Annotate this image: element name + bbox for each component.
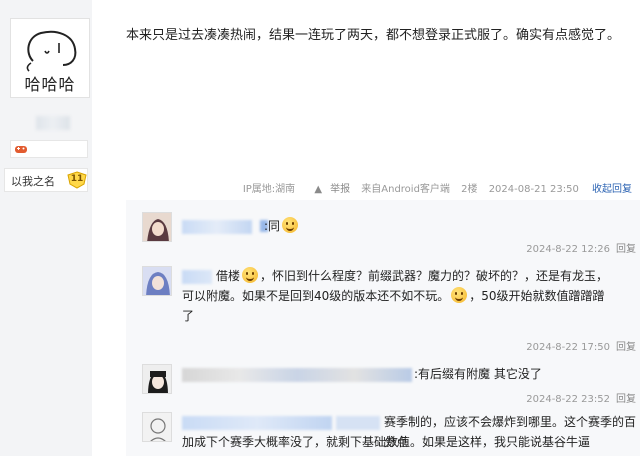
- level-number: 11: [70, 174, 84, 184]
- reply-meta: 2024-8-22 23:52 回复: [526, 390, 636, 405]
- game-badge[interactable]: [10, 140, 88, 158]
- ip-location: IP属地:湖南: [242, 184, 296, 195]
- reply-text-content: :同: [264, 219, 281, 233]
- smile-emoji-icon: [282, 217, 299, 233]
- report-label: 举报: [330, 184, 351, 195]
- rank-badge[interactable]: 以我之名 11: [4, 168, 88, 192]
- username-blur-tail: [336, 416, 380, 430]
- reply-avatar[interactable]: [142, 266, 172, 296]
- reply-text: :有后缀有附魔 其它没了: [414, 367, 542, 381]
- gamepad-icon: [15, 146, 27, 153]
- reply-meta: 2024-8-22 17:50 回复: [526, 338, 636, 353]
- reply-username-blurred[interactable]: [182, 220, 252, 234]
- level-badge: 11: [67, 171, 87, 189]
- smile-emoji-icon: [451, 287, 468, 303]
- reply-time: 2024-8-22 12:26: [526, 244, 610, 255]
- report-link[interactable]: ▲ 举报: [306, 184, 350, 195]
- reply-avatar[interactable]: [142, 364, 172, 394]
- anime-avatar-icon: [143, 267, 171, 295]
- reply-avatar[interactable]: [142, 212, 172, 242]
- reply-text: 可以附魔。如果不是回到40级的版本还不如不玩。 ，50级开始就数值蹭蹭蹭: [182, 286, 637, 306]
- reply-item: 借楼 ，怀旧到什么程度？前缀武器？魔力的？破坏的？，还是有龙玉， 可以附魔。如果不…: [126, 256, 640, 356]
- reply-text: 加成下个赛季大概率没了，就剩下基础数值。如果是这样，我只能说基谷牛逼: [182, 435, 591, 449]
- reply-item: 赛季制的，应该不会爆炸到哪里。这个赛季的百分点 加成下个赛季大概率没了，就剩下基…: [126, 404, 640, 456]
- reply-list: :同 2024-8-22 12:26 回复 借楼 ，怀旧到什么程度？前缀武器？魔力的…: [126, 200, 640, 456]
- reply-item: :同 2024-8-22 12:26 回复: [126, 200, 640, 262]
- avatar-text: 哈哈哈: [24, 75, 76, 94]
- reply-username-blurred[interactable]: [182, 368, 412, 382]
- reply-line: 了: [182, 309, 195, 323]
- username-blurred[interactable]: [36, 116, 70, 130]
- reply-text: 了: [182, 306, 194, 326]
- user-avatar[interactable]: 哈哈哈: [10, 18, 90, 98]
- anime-avatar-icon: [143, 213, 171, 241]
- post-body: 本来只是过去凑凑热闹，结果一连玩了两天，都不想登录正式服了。确实有点感觉了。: [126, 28, 621, 43]
- reply-meta: 2024-8-22 12:26 回复: [526, 240, 636, 255]
- collapse-replies-link[interactable]: 收起回复: [592, 184, 632, 195]
- post-time: 2024-08-21 23:50: [488, 184, 579, 195]
- rank-label: 以我之名: [11, 175, 55, 188]
- smile-emoji-icon: [242, 267, 259, 283]
- post-source[interactable]: 来自Android客户端: [361, 184, 450, 195]
- reply-username-blurred[interactable]: [182, 270, 212, 284]
- report-icon: ▲: [314, 184, 323, 195]
- reply-line: 借楼: [216, 269, 241, 283]
- floor-number: 2楼: [461, 184, 478, 195]
- anime-avatar-icon: [143, 365, 171, 393]
- reply-button[interactable]: 回复: [616, 342, 636, 353]
- reply-text: 借楼 ，怀旧到什么程度？前缀武器？魔力的？破坏的？，还是有龙玉，: [216, 266, 636, 286]
- reply-avatar[interactable]: [142, 412, 172, 442]
- reply-text: :同: [264, 216, 300, 236]
- post-meta: IP属地:湖南 ▲ 举报 来自Android客户端 2楼 2024-08-21 2…: [235, 180, 632, 195]
- sketch-avatar-icon: [143, 413, 171, 441]
- reply-line: 可以附魔。如果不是回到40级的版本还不如不玩。: [182, 289, 450, 303]
- reply-button[interactable]: 回复: [616, 244, 636, 255]
- reply-username-blurred[interactable]: [182, 416, 332, 430]
- reply-line: ，50级开始就数值蹭蹭蹭: [469, 289, 605, 303]
- reply-line: ，怀旧到什么程度？前缀武器？魔力的？破坏的？，还是有龙玉，: [260, 269, 609, 283]
- user-sidebar: 哈哈哈 以我之名 11: [0, 0, 92, 456]
- reply-time: 2024-8-22 17:50: [526, 342, 610, 353]
